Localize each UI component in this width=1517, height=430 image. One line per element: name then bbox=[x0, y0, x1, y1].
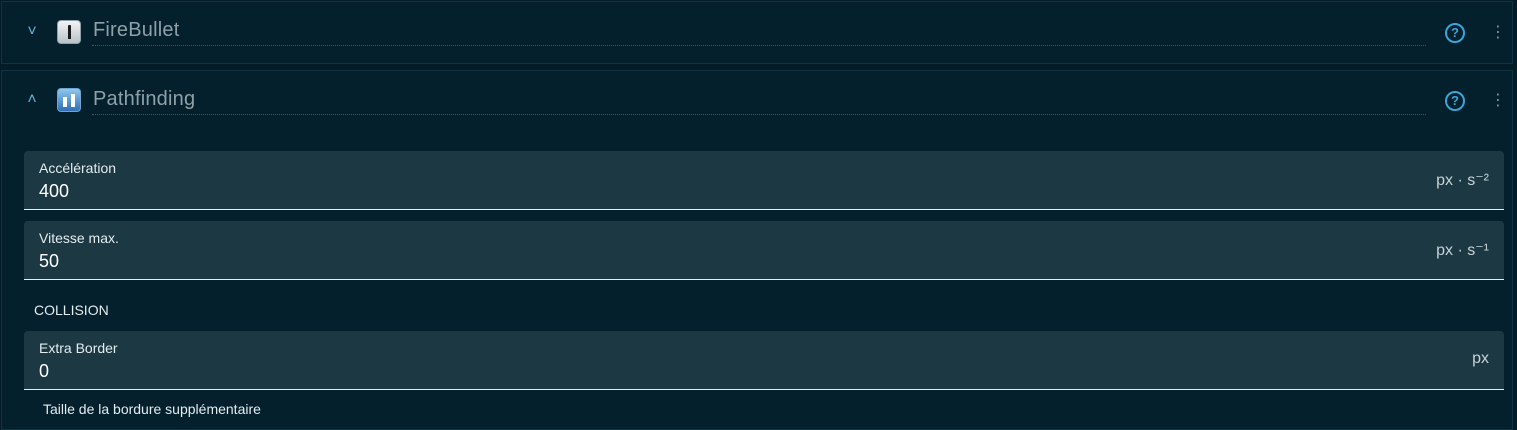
more-options-icon[interactable]: ⋮ bbox=[1490, 25, 1506, 41]
behavior-panel-firebullet: ˅ FireBullet ? ⋮ bbox=[1, 1, 1513, 64]
more-options-icon[interactable]: ⋮ bbox=[1490, 93, 1506, 109]
behavior-panel-pathfinding: ˄ Pathfinding ? ⋮ Accélération 400 px · … bbox=[1, 70, 1513, 430]
acceleration-field[interactable]: Accélération 400 px · s⁻² bbox=[24, 151, 1504, 210]
behavior-header-pathfinding[interactable]: ˄ Pathfinding ? ⋮ bbox=[2, 71, 1512, 131]
acceleration-label: Accélération bbox=[39, 160, 117, 176]
extra-border-helper-text: Taille de la bordure supplémentaire bbox=[43, 401, 261, 417]
extra-border-unit: px bbox=[1472, 350, 1489, 367]
chevron-down-icon[interactable]: ˅ bbox=[22, 22, 42, 42]
max-speed-field[interactable]: Vitesse max. 50 px · s⁻¹ bbox=[24, 221, 1504, 280]
extra-border-field[interactable]: Extra Border 0 px bbox=[24, 331, 1504, 390]
extra-border-label: Extra Border bbox=[39, 340, 118, 356]
chevron-up-icon[interactable]: ˄ bbox=[22, 90, 42, 110]
behavior-header-firebullet[interactable]: ˅ FireBullet ? ⋮ bbox=[2, 2, 1512, 62]
bullet-icon bbox=[57, 20, 81, 44]
title-underline bbox=[92, 114, 1426, 115]
help-icon[interactable]: ? bbox=[1445, 91, 1465, 111]
collision-section-title: COLLISION bbox=[34, 302, 109, 318]
extra-border-value[interactable]: 0 bbox=[39, 361, 49, 382]
max-speed-label: Vitesse max. bbox=[39, 230, 119, 246]
max-speed-value[interactable]: 50 bbox=[39, 251, 59, 272]
help-icon[interactable]: ? bbox=[1445, 23, 1465, 43]
acceleration-value[interactable]: 400 bbox=[39, 181, 69, 202]
behavior-title-pathfinding[interactable]: Pathfinding bbox=[93, 88, 195, 111]
acceleration-unit: px · s⁻² bbox=[1436, 172, 1489, 189]
max-speed-unit: px · s⁻¹ bbox=[1436, 242, 1489, 259]
title-underline bbox=[92, 45, 1426, 46]
pathfinding-icon bbox=[57, 88, 81, 112]
behavior-title-firebullet[interactable]: FireBullet bbox=[93, 19, 179, 42]
